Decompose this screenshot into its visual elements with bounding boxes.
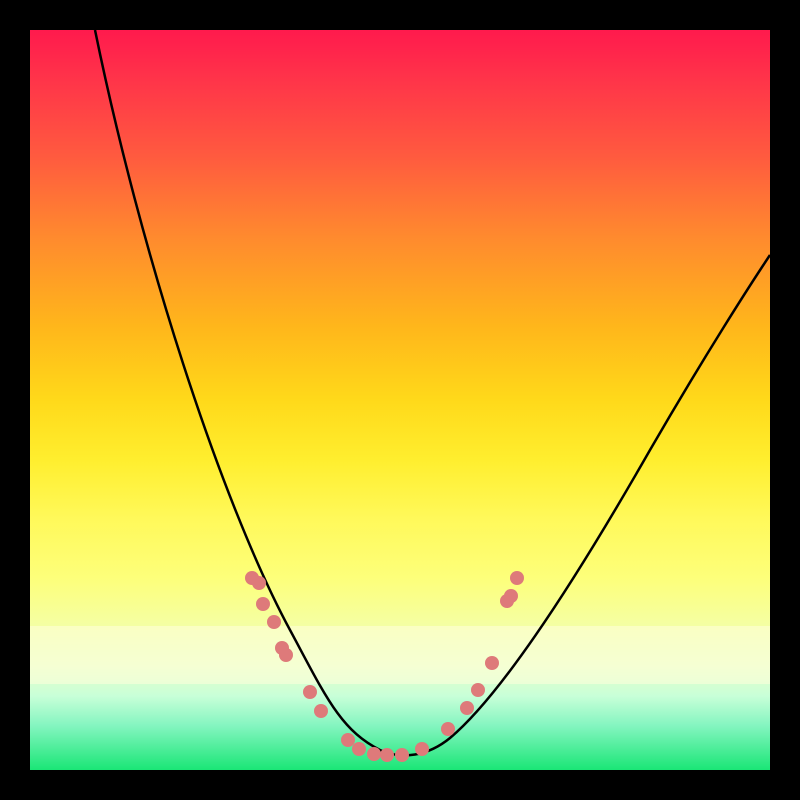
data-point <box>460 701 474 715</box>
data-point <box>256 597 270 611</box>
bottleneck-curve <box>30 30 770 770</box>
data-point <box>279 648 293 662</box>
data-point <box>441 722 455 736</box>
data-point <box>367 747 381 761</box>
data-point <box>303 685 317 699</box>
data-point <box>504 589 518 603</box>
chart-container: TheBottleneck.com <box>0 0 800 800</box>
data-point <box>485 656 499 670</box>
watermark: TheBottleneck.com <box>586 4 792 30</box>
plot-area <box>30 30 770 770</box>
data-point <box>267 615 281 629</box>
data-point <box>471 683 485 697</box>
data-point <box>380 748 394 762</box>
data-point <box>314 704 328 718</box>
data-point <box>510 571 524 585</box>
data-point <box>415 742 429 756</box>
data-point <box>252 576 266 590</box>
data-point <box>352 742 366 756</box>
data-point <box>395 748 409 762</box>
curve-path <box>95 30 770 755</box>
